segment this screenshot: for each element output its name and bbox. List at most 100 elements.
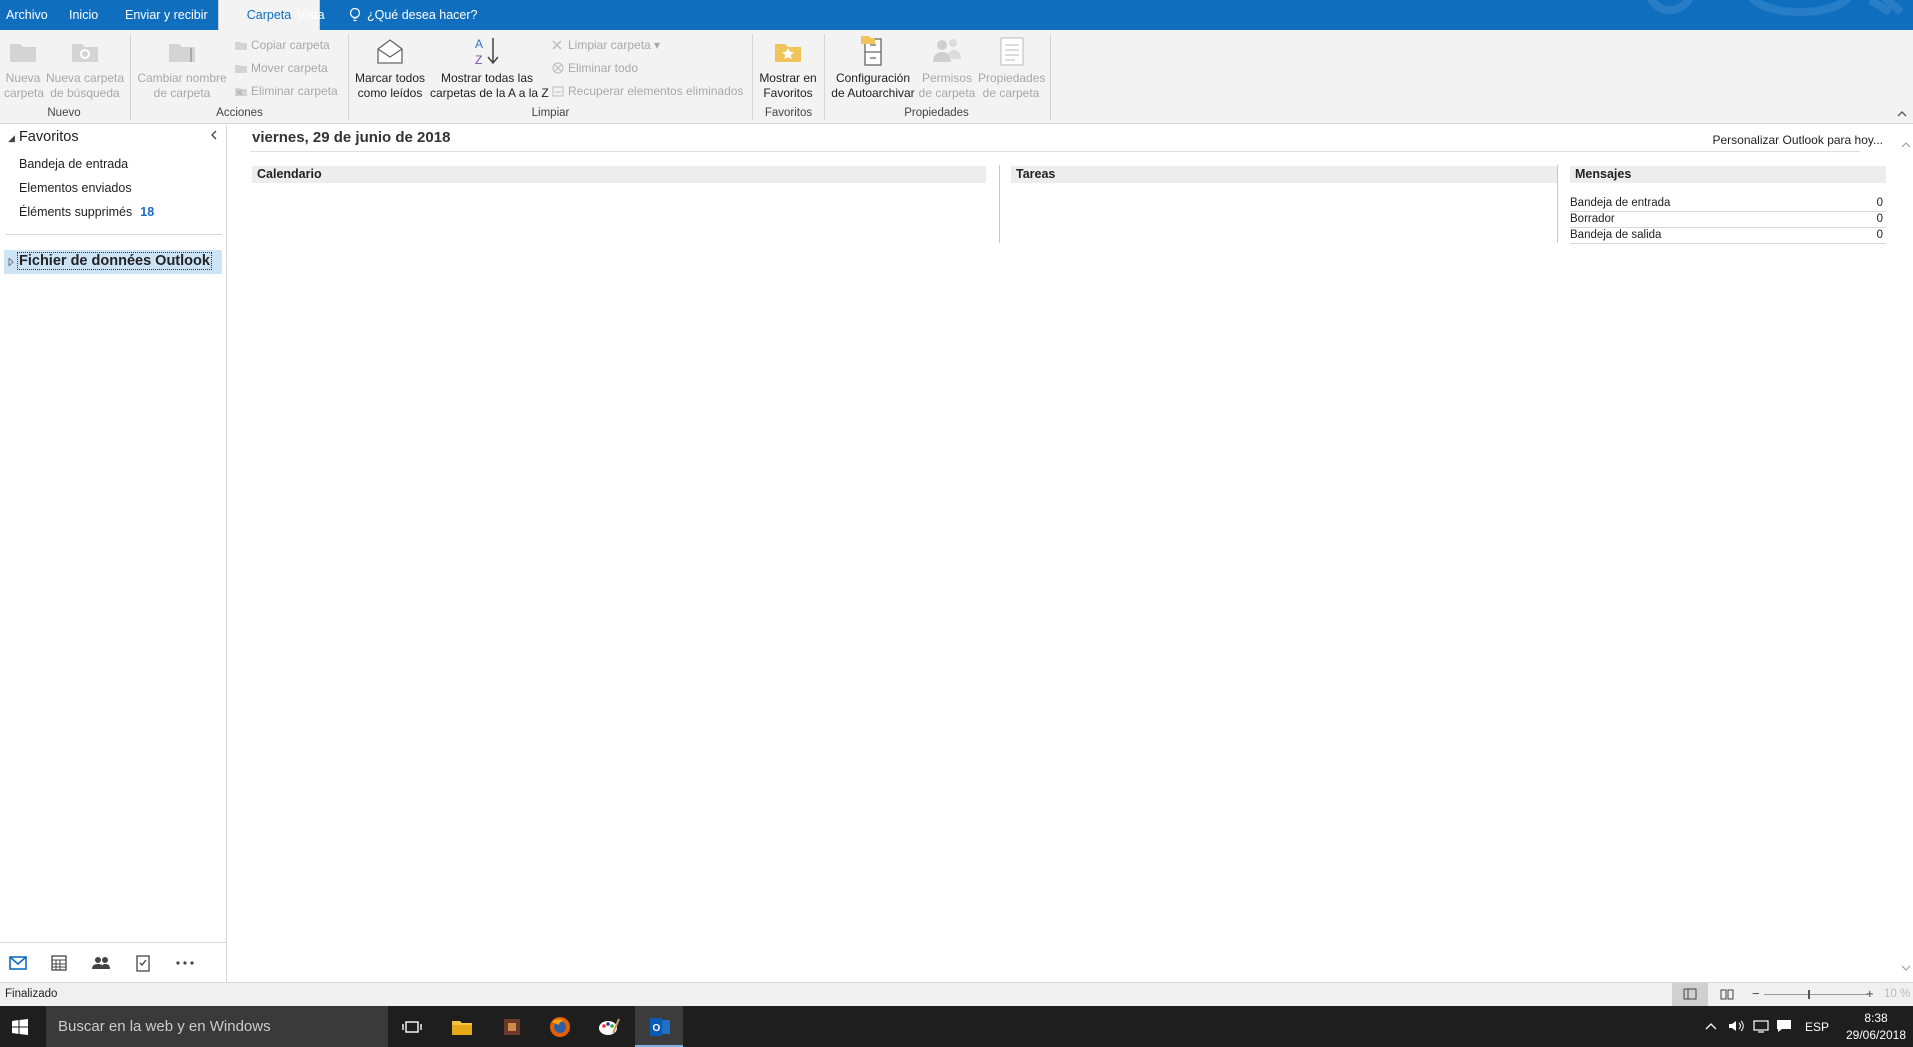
properties-icon [1000,37,1024,66]
count: 0 [1876,213,1883,225]
calendar-section-header[interactable]: Calendario [252,166,986,183]
tab-enviar-recibir[interactable]: Enviar y recibir [125,0,208,30]
autoarchive-settings-button[interactable]: Configuración de Autoarchivar [828,34,918,101]
new-folder-button[interactable]: Nueva carpeta [4,34,44,101]
zoom-out-button[interactable]: − [1752,986,1760,1001]
label: Bandeja de entrada [1570,197,1671,209]
move-folder-button[interactable]: Mover carpeta [234,60,328,76]
clock-time[interactable]: 8:38 [1852,1011,1900,1025]
group-label-propiedades: Propiedades [904,107,969,119]
move-folder-icon [235,65,247,73]
firefox-icon[interactable] [547,1014,573,1040]
favorite-item-inbox[interactable]: Bandeja de entrada [19,157,128,171]
tasks-section-header[interactable]: Tareas [1011,166,1557,183]
show-in-favorites-button[interactable]: Mostrar en Favoritos [756,34,820,101]
zoom-in-button[interactable]: + [1866,986,1874,1001]
show-folders-az-button[interactable]: AZ Mostrar todas las carpetas de la A a l… [430,34,549,101]
label: Propiedades [978,71,1046,85]
today-date: viernes, 29 de junio de 2018 [252,129,451,146]
unread-count: 18 [140,205,155,219]
mark-all-read-button[interactable]: Marcar todos como leídos [352,34,428,101]
outlook-taskbar-button[interactable]: O [635,1006,683,1047]
app-icon[interactable] [499,1014,525,1040]
label: Eliminar todo [568,61,639,75]
label: Eliminar carpeta [251,84,338,98]
more-icon[interactable] [175,953,195,973]
people-icon[interactable] [91,953,111,973]
network-icon[interactable] [1752,1018,1770,1034]
reading-view-icon[interactable] [1720,988,1734,1000]
delete-all-button[interactable]: Eliminar todo [551,60,638,76]
label: Borrador [1570,213,1615,225]
divider [6,234,222,235]
message-row-outbox[interactable]: Bandeja de salida 0 [1570,228,1886,244]
group-label-acciones: Acciones [216,107,263,119]
zoom-level[interactable]: 10 % [1884,988,1910,1000]
delete-folder-button[interactable]: Eliminar carpeta [234,83,338,99]
folder-properties-button[interactable]: Propiedades de carpeta [978,34,1046,101]
language-indicator[interactable]: ESP [1805,1020,1829,1034]
volume-icon[interactable] [1727,1018,1745,1034]
scroll-up-icon[interactable] [1901,141,1911,149]
file-explorer-icon[interactable] [449,1014,475,1040]
rename-folder-button[interactable]: Cambiar nombre de carpeta [136,34,228,101]
messages-section-header[interactable]: Mensajes [1570,166,1886,183]
divider [250,151,1860,152]
favorite-item-sent[interactable]: Elementos enviados [19,181,132,195]
tab-inicio[interactable]: Inicio [69,0,98,30]
delete-all-icon [552,62,564,74]
ribbon: Nueva carpeta Nueva carpeta de búsqueda Nu… [0,30,1913,124]
message-row-drafts[interactable]: Borrador 0 [1570,212,1886,228]
new-search-folder-button[interactable]: Nueva carpeta de búsqueda [46,34,124,101]
scroll-down-icon[interactable] [1901,964,1911,972]
copy-folder-button[interactable]: Copiar carpeta [234,37,330,53]
notifications-icon[interactable] [1775,1018,1793,1034]
group-label-nuevo: Nuevo [47,107,81,119]
lightbulb-icon [349,7,361,22]
label: Nueva [5,71,41,85]
zoom-slider[interactable] [1764,994,1868,995]
taskbar-search-box[interactable]: Buscar en la web y en Windows [46,1006,388,1047]
show-hidden-icons-icon[interactable] [1705,1022,1717,1030]
tab-vista[interactable]: Vista [297,0,325,30]
label: Elementos enviados [19,181,132,195]
star-folder-icon [775,44,801,62]
banner-decoration [1646,0,1904,16]
mail-icon[interactable] [8,953,28,973]
tab-archivo[interactable]: Archivo [6,0,48,30]
label: de carpeta [982,86,1040,100]
collapse-pane-icon[interactable] [210,130,218,140]
status-text: Finalizado [5,988,58,1000]
copy-folder-icon [235,42,247,50]
label: Favoritos [18,129,79,145]
customize-outlook-today-link[interactable]: Personalizar Outlook para hoy... [1712,133,1883,147]
calendar-icon[interactable] [49,953,69,973]
folder-permissions-button[interactable]: Permisos de carpeta [918,34,976,101]
zoom-slider-thumb[interactable] [1808,990,1810,999]
favorites-header[interactable]: ◢ Favoritos [8,129,79,145]
paint-icon[interactable] [596,1014,622,1040]
group-label-favoritos: Favoritos [764,107,813,119]
label: de Autoarchivar [831,86,915,100]
sort-az-icon: AZ [475,37,499,67]
tasks-icon[interactable] [133,953,153,973]
rename-folder-icon [169,44,195,62]
normal-view-button[interactable] [1672,983,1708,1006]
clock-date[interactable]: 29/06/2018 [1840,1028,1912,1042]
open-envelope-icon [377,39,403,64]
collapse-ribbon-icon[interactable] [1897,110,1907,118]
tell-me-search[interactable]: ¿Qué desea hacer? [367,0,478,30]
delete-folder-icon [235,88,247,96]
clean-up-folder-button[interactable]: Limpiar carpeta ▾ [551,37,660,53]
normal-view-icon [1683,988,1697,1000]
windows-start-icon[interactable] [12,1019,28,1035]
group-label-limpiar: Limpiar [531,107,570,119]
expand-arrow-icon[interactable] [8,258,14,266]
folder-item-outlook-data-file[interactable]: Fichier de données Outlook [4,250,222,274]
svg-text:Z: Z [475,53,482,67]
message-row-inbox[interactable]: Bandeja de entrada 0 [1570,196,1886,212]
label: de búsqueda [50,86,120,100]
favorite-item-deleted[interactable]: Éléments supprimés 18 [19,205,154,219]
recover-deleted-button[interactable]: Recuperar elementos eliminados [551,83,743,99]
task-view-icon[interactable] [399,1014,425,1040]
